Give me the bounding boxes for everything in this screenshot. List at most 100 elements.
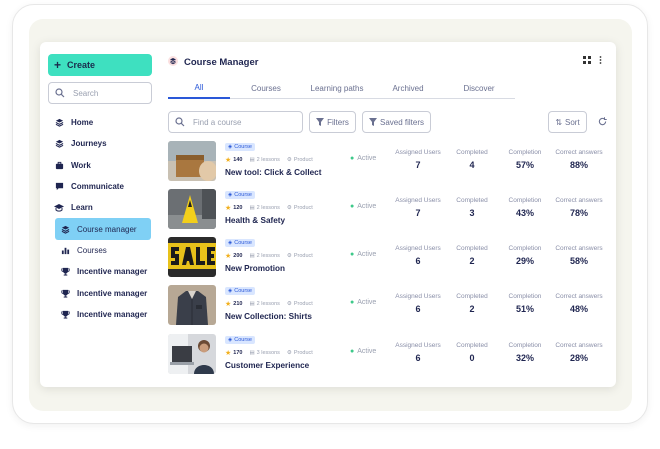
sidebar-item-courses[interactable]: Courses [48,240,158,261]
tab-discover[interactable]: Discover [444,78,514,99]
sidebar-item-course-manager[interactable]: Course manager [55,218,151,240]
tab-courses[interactable]: Courses [230,78,302,99]
correct-answers-stat: Correct answers 58% [549,245,609,266]
sidebar-item-incentive-manager[interactable]: Incentive manager [48,282,158,303]
refresh-icon[interactable] [598,117,607,126]
completed-label: Completed [456,245,488,252]
status-text: Active [357,251,377,258]
assigned-users-stat: Assigned Users 6 [388,245,448,266]
assigned-users-label: Assigned Users [395,197,441,204]
completed-value: 3 [469,208,475,218]
completed-stat: Completed 0 [442,342,502,363]
course-meta: ★ 210 ▤ 2 lessons ⚙ Product [225,300,313,308]
assigned-users-value: 7 [415,160,421,170]
course-lessons: 3 lessons [256,350,280,356]
completion-value: 51% [515,304,534,314]
sidebar-nav: Home Journeys Work Communicate Learn Cou… [48,112,158,325]
tab-archived[interactable]: Archived [372,78,444,99]
layers-icon: ◈ [228,144,233,150]
course-points: 210 [233,301,243,307]
course-thumbnail [168,334,216,374]
course-row[interactable]: ◈ Course ★ 120 ▤ 2 lessons ⚙ Product Health & … [168,189,616,231]
course-meta: ★ 120 ▤ 2 lessons ⚙ Product [225,204,313,212]
assigned-users-stat: Assigned Users 7 [388,197,448,218]
gear-icon: ⚙ [286,301,292,307]
gear-icon: ⚙ [286,253,292,259]
sidebar-item-incentive-manager[interactable]: Incentive manager [48,304,158,325]
assigned-users-stat: Assigned Users 6 [388,293,448,314]
page-title: Course Manager [168,56,258,69]
completed-label: Completed [456,342,488,349]
sidebar-item-learn[interactable]: Learn [48,197,158,218]
course-row[interactable]: ◈ Course ★ 140 ▤ 2 lessons ⚙ Product New tool:… [168,141,616,183]
course-badge: ◈ Course [225,287,255,295]
layers-icon [54,118,64,127]
book-icon: ▤ [249,253,255,259]
star-icon: ★ [225,350,232,357]
completion-label: Completion [508,293,542,300]
sidebar-item-work[interactable]: Work [48,155,158,176]
course-name[interactable]: New Promotion [225,264,285,273]
completion-label: Completion [508,245,542,252]
course-name[interactable]: Health & Safety [225,216,285,225]
course-meta: ★ 170 ▤ 3 lessons ⚙ Product [225,349,313,357]
status-text: Active [357,299,377,306]
correct-answers-label: Correct answers [555,293,603,300]
grid-icon[interactable] [583,56,591,64]
book-icon: ▤ [249,350,255,356]
course-lessons: 2 lessons [256,301,280,307]
find-course-input[interactable]: Find a course [168,111,303,133]
assigned-users-stat: Assigned Users 7 [388,149,448,170]
filter-icon [368,118,377,126]
course-row[interactable]: ◈ Course ★ 170 ▤ 3 lessons ⚙ Product Customer … [168,334,616,376]
create-button[interactable]: + Create [48,54,152,76]
completion-stat: Completion 32% [495,342,555,363]
sidebar: + Create Search Home Journeys Work Commu… [40,42,160,387]
course-meta: ★ 140 ▤ 2 lessons ⚙ Product [225,156,313,164]
sidebar-item-incentive-manager[interactable]: Incentive manager [48,261,158,282]
tab-learning-paths[interactable]: Learning paths [302,78,372,99]
saved-filters-button[interactable]: Saved filters [362,111,431,133]
filter-icon [316,118,325,126]
sidebar-item-journeys[interactable]: Journeys [48,133,158,154]
page-title-text: Course Manager [184,57,259,68]
course-name[interactable]: Customer Experience [225,361,309,370]
correct-answers-stat: Correct answers 78% [549,197,609,218]
status-dot-icon: ● [350,251,355,258]
course-name[interactable]: New Collection: Shirts [225,312,312,321]
bar-chart-icon [60,246,70,255]
course-row[interactable]: ◈ Course ★ 200 ▤ 2 lessons ⚙ Product New Promo… [168,237,616,279]
completed-label: Completed [456,197,488,204]
sort-button[interactable]: ⇅ Sort [548,111,587,133]
layers-icon: ◈ [228,288,233,294]
filter-bar: Find a course Filters Saved filters ⇅ So… [168,111,616,133]
completion-label: Completion [508,342,542,349]
completion-stat: Completion 51% [495,293,555,314]
book-icon: ▤ [249,205,255,211]
sidebar-item-home[interactable]: Home [48,112,158,133]
sidebar-item-communicate[interactable]: Communicate [48,176,158,197]
course-thumbnail [168,237,216,277]
course-row[interactable]: ◈ Course ★ 210 ▤ 2 lessons ⚙ Product New Colle… [168,285,616,327]
course-badge: ◈ Course [225,239,255,247]
more-options-icon[interactable] [599,56,602,64]
sort-icon: ⇅ [555,117,563,127]
filters-button[interactable]: Filters [309,111,356,133]
trophy-icon [60,289,70,298]
search-input[interactable]: Search [48,82,152,104]
assigned-users-label: Assigned Users [395,342,441,349]
course-name[interactable]: New tool: Click & Collect [225,168,321,177]
sidebar-item-label: Learn [71,203,93,213]
tab-all[interactable]: All [168,78,230,99]
completed-value: 0 [469,353,475,363]
course-category: Product [293,205,313,211]
course-lessons: 2 lessons [256,253,280,259]
course-points: 200 [233,253,243,259]
completed-value: 2 [469,256,475,266]
gear-icon: ⚙ [286,157,292,163]
trophy-icon [60,267,70,276]
correct-answers-label: Correct answers [555,245,603,252]
assigned-users-label: Assigned Users [395,245,441,252]
sidebar-item-label: Work [71,160,91,170]
status-dot-icon: ● [350,348,355,355]
